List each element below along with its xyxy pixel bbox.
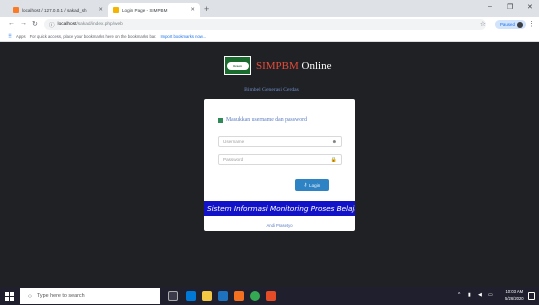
chrome-icon[interactable] (250, 291, 260, 301)
minimize-icon[interactable]: – (488, 3, 492, 10)
marquee-banner: Sistem Informasi Monitoring Proses Belaj… (204, 201, 355, 216)
login-card: Masukkan username dan password Username … (204, 99, 355, 231)
clock-time: 10:03 AM (505, 289, 524, 294)
url-path: /sakad/index.php/web (76, 22, 123, 27)
clock-date: 5/26/2020 (505, 295, 524, 301)
forward-icon[interactable]: → (20, 20, 27, 27)
site-title-suffix: Online (298, 59, 332, 72)
network-icon[interactable]: ▮ (468, 292, 471, 298)
profile-status: Paused (500, 22, 515, 27)
address-bar[interactable]: ⓘ localhost /sakad/index.php/web (44, 19, 486, 30)
windows-taskbar: ○ Type here to search ^ ▮ ◀ ▭ 10:03 AM 5… (0, 287, 539, 305)
author-link[interactable]: Andi Prasetyo (204, 223, 355, 228)
new-tab-icon[interactable]: + (204, 4, 209, 14)
app-icon[interactable] (266, 291, 276, 301)
site-title: SIMPBM Online (256, 60, 332, 72)
tab-title: Login Page - SIMPBM (122, 7, 168, 13)
browser-tab-strip: localhost / 127.0.0.1 / sakad_sh ✕ Login… (0, 0, 539, 17)
taskbar-clock[interactable]: 10:03 AM 5/26/2020 (505, 289, 524, 302)
page-content: Green SIMPBM Online Bimbel Generasi Cerd… (0, 42, 539, 287)
apps-grid-icon[interactable]: ⠿ (8, 34, 12, 40)
login-header-icon (218, 117, 223, 123)
user-icon: ☻ (331, 138, 337, 145)
more-menu-icon[interactable]: ⋮ (528, 20, 535, 28)
login-header: Masukkan username dan password (218, 117, 307, 123)
bookmarks-bar: ⠿ Apps For quick access, place your book… (0, 32, 539, 42)
back-icon[interactable]: ← (8, 20, 15, 27)
xampp-favicon-icon (13, 7, 19, 13)
logo-text: Green (226, 61, 249, 70)
lock-icon: 🔒 (330, 156, 337, 163)
tab-phpmyadmin[interactable]: localhost / 127.0.0.1 / sakad_sh ✕ (8, 3, 108, 17)
site-info-icon[interactable]: ⓘ (49, 21, 55, 29)
login-button[interactable]: ⚷ Login (295, 179, 329, 191)
key-icon: ⚷ (303, 182, 308, 187)
windows-start-icon[interactable] (5, 292, 14, 301)
xampp-icon[interactable] (234, 291, 244, 301)
search-placeholder: Type here to search (36, 293, 85, 299)
username-input[interactable]: Username ☻ (218, 136, 342, 147)
notification-icon[interactable] (528, 292, 535, 300)
site-logo: Green (224, 56, 251, 75)
cortana-circle-icon: ○ (28, 292, 32, 300)
apps-link[interactable]: Apps (16, 34, 26, 39)
close-tab-icon[interactable]: ✕ (98, 7, 103, 13)
close-window-icon[interactable]: ✕ (527, 3, 533, 11)
site-title-prefix: SIMPBM (256, 59, 299, 72)
close-tab-icon[interactable]: ✕ (190, 7, 195, 13)
tray-up-arrow-icon[interactable]: ^ (458, 292, 460, 298)
tab-title: localhost / 127.0.0.1 / sakad_sh (22, 7, 87, 13)
tab-login-page[interactable]: Login Page - SIMPBM ✕ (108, 3, 200, 17)
password-placeholder: Password (223, 157, 244, 162)
taskbar-search-box[interactable]: ○ Type here to search (20, 288, 160, 304)
maximize-icon[interactable]: ❐ (507, 3, 513, 11)
site-brand: Green SIMPBM Online (224, 56, 332, 75)
volume-icon[interactable]: ◀ (478, 292, 482, 298)
keyboard-icon[interactable]: ▭ (488, 292, 493, 298)
bookmark-star-icon[interactable]: ☆ (480, 20, 486, 28)
store-icon[interactable] (218, 291, 228, 301)
browser-toolbar: ← → ↻ ⓘ localhost /sakad/index.php/web ☆… (0, 17, 539, 32)
avatar (516, 21, 523, 28)
login-header-text: Masukkan username dan password (226, 117, 307, 123)
url-host: localhost (57, 22, 77, 27)
file-explorer-icon[interactable] (202, 291, 212, 301)
task-view-icon[interactable] (168, 291, 178, 301)
profile-button[interactable]: Paused (495, 20, 526, 29)
reload-icon[interactable]: ↻ (32, 20, 38, 28)
login-button-label: Login (309, 182, 321, 188)
site-subtitle: Bimbel Generasi Cerdas (244, 87, 299, 93)
bookmarks-hint: For quick access, place your bookmarks h… (29, 34, 157, 39)
simpbm-favicon-icon (113, 7, 119, 13)
username-placeholder: Username (223, 139, 245, 144)
import-bookmarks-link[interactable]: Import bookmarks now... (160, 34, 206, 39)
edge-icon[interactable] (186, 291, 196, 301)
password-input[interactable]: Password 🔒 (218, 154, 342, 165)
